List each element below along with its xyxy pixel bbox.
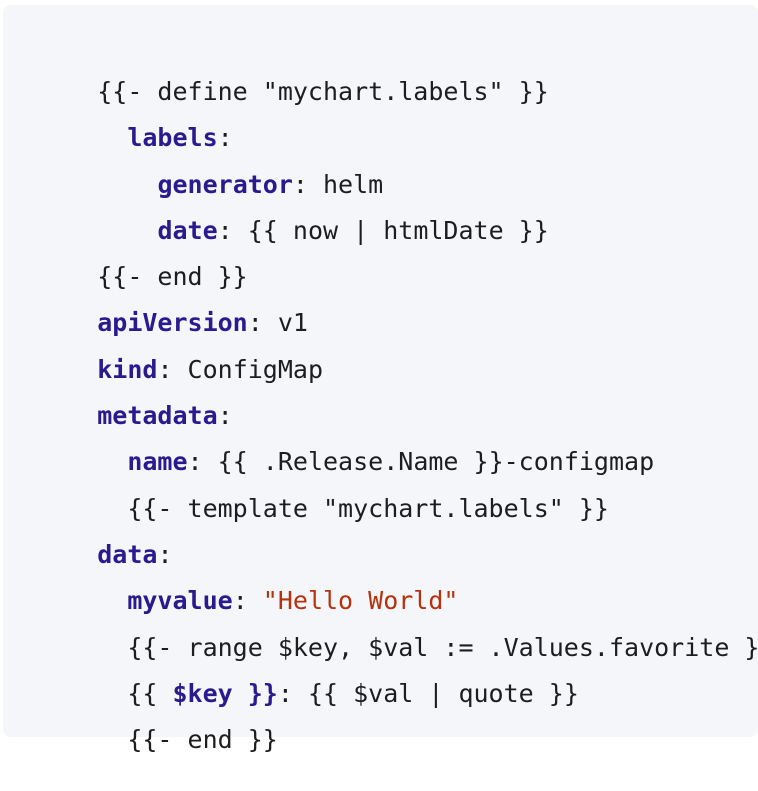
yaml-key: name (127, 447, 188, 477)
string-literal: "Hello World" (262, 586, 459, 616)
code-token: : (232, 586, 263, 616)
code-line: {{- define "mychart.labels" }} (37, 41, 758, 106)
code-token: : {{ $val | quote }} (277, 678, 579, 708)
yaml-key: date (157, 215, 218, 245)
code-token: {{- template "mychart.labels" }} (97, 493, 609, 523)
yaml-key: kind (97, 354, 158, 384)
code-token: : (217, 401, 233, 431)
yaml-key: $key }} (172, 678, 278, 708)
code-token: : {{ now | htmlDate }} (217, 215, 549, 245)
yaml-key: myvalue (127, 586, 233, 616)
code-token: {{ (97, 678, 173, 708)
code-token: {{- end }} (97, 725, 278, 755)
code-token: : (217, 123, 233, 153)
yaml-key: data (97, 539, 158, 569)
code-token: : helm (292, 169, 384, 199)
yaml-key: labels (127, 123, 218, 153)
code-token: : ConfigMap (157, 354, 324, 384)
yaml-key: metadata (97, 401, 218, 431)
yaml-key: apiVersion (97, 308, 248, 338)
code-token: {{- range $key, $val := .Values.favorite… (97, 632, 758, 662)
code-token: : v1 (247, 308, 308, 338)
code-token: {{- define "mychart.labels" }} (97, 77, 549, 106)
yaml-key: generator (157, 169, 293, 199)
code-block: {{- define "mychart.labels" }} labels: g… (3, 5, 758, 754)
code-token: : {{ .Release.Name }}-configmap (187, 447, 655, 477)
code-token: : (157, 539, 173, 569)
code-token: {{- end }} (97, 262, 248, 292)
